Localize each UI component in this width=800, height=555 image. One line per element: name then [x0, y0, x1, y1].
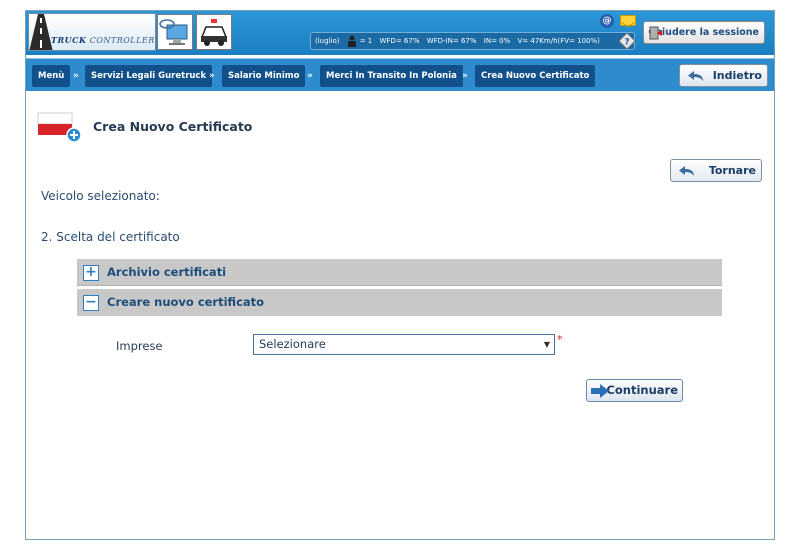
page-title: Crea Nuovo Certificato	[93, 119, 253, 134]
logo-text-bold: TRUCK	[51, 35, 87, 45]
return-button[interactable]: Tornare	[670, 159, 762, 182]
continue-arrow-icon	[591, 384, 609, 398]
back-arrow-icon	[688, 71, 703, 81]
logo-text: TRUCK CONTROLLER	[51, 35, 155, 45]
truck-controller-logo[interactable]: TRUCK CONTROLLER	[28, 13, 156, 51]
stats-period: (luglio)	[315, 37, 340, 45]
breadcrumb-merci-polonia[interactable]: Merci In Transito In Polonia	[320, 65, 463, 87]
panel-creare-certificato[interactable]: − Creare nuovo certificato	[77, 289, 722, 316]
stats-wfd: WFD= 67%	[379, 37, 420, 45]
stats-drivers: = 1	[359, 37, 373, 45]
top-bar: TRUCK CONTROLLER (luglio) = 1 WFD= 67% W…	[26, 11, 774, 55]
app-frame: TRUCK CONTROLLER (luglio) = 1 WFD= 67% W…	[25, 10, 775, 540]
breadcrumb-menu[interactable]: Menù	[32, 65, 71, 87]
logout-door-icon	[649, 26, 662, 40]
breadcrumb-separator: »	[307, 71, 313, 81]
road-logo-icon	[29, 14, 53, 50]
back-button[interactable]: Indietro	[679, 64, 768, 87]
police-car-icon[interactable]	[196, 14, 232, 50]
continue-label: Continuare	[606, 383, 678, 397]
breadcrumb-separator: »	[462, 71, 468, 81]
panel-archivio-certificati[interactable]: + Archivio certificati	[77, 259, 722, 286]
vehicle-selected-label: Veicolo selezionato:	[41, 189, 160, 203]
logout-label: Chiudere la sessione	[648, 27, 759, 38]
return-arrow-icon	[679, 166, 694, 176]
breadcrumb-servizi-legali[interactable]: Servizi Legali Guretruck	[85, 65, 213, 87]
step-label: 2. Scelta del certificato	[41, 230, 180, 244]
imprese-selected-value: Selezionare	[259, 337, 326, 351]
stats-in: IN= 0%	[483, 37, 511, 45]
driver-icon	[347, 35, 356, 47]
breadcrumb-separator: »	[73, 71, 79, 81]
mail-icon[interactable]	[620, 15, 636, 28]
back-label: Indietro	[712, 69, 762, 82]
panel-archivio-label: Archivio certificati	[107, 265, 227, 279]
poland-flag-add-icon	[37, 112, 82, 143]
panel-creare-label: Creare nuovo certificato	[107, 295, 265, 309]
breadcrumb: Menù » Servizi Legali Guretruck » Salari…	[26, 58, 774, 91]
dropdown-caret-icon: ▼	[543, 340, 550, 349]
logout-button[interactable]: Chiudere la sessione	[643, 21, 765, 44]
svg-text:?: ?	[624, 38, 629, 48]
return-label: Tornare	[708, 164, 756, 177]
logo-text-thin: CONTROLLER	[89, 36, 155, 45]
breadcrumb-crea-certificato[interactable]: Crea Nuovo Certificato	[475, 65, 596, 87]
help-icon[interactable]: ?	[619, 33, 635, 49]
imprese-label: Imprese	[116, 339, 163, 353]
expand-icon[interactable]: +	[83, 265, 99, 281]
stats-v: V= 47Km/h(FV= 100%)	[517, 37, 600, 45]
collapse-icon[interactable]: −	[83, 295, 99, 311]
stats-wfd-in: WFD-IN= 67%	[426, 37, 477, 45]
at-icon[interactable]: @	[600, 14, 614, 28]
stats-bar: (luglio) = 1 WFD= 67% WFD-IN= 67% IN= 0%…	[310, 32, 635, 50]
breadcrumb-separator: »	[209, 71, 215, 81]
continue-button[interactable]: Continuare	[586, 379, 683, 402]
computer-app-icon[interactable]	[157, 14, 193, 50]
required-marker: *	[557, 333, 563, 346]
breadcrumb-salario-minimo[interactable]: Salario Minimo	[222, 65, 306, 87]
imprese-select[interactable]: Selezionare ▼	[253, 334, 555, 355]
